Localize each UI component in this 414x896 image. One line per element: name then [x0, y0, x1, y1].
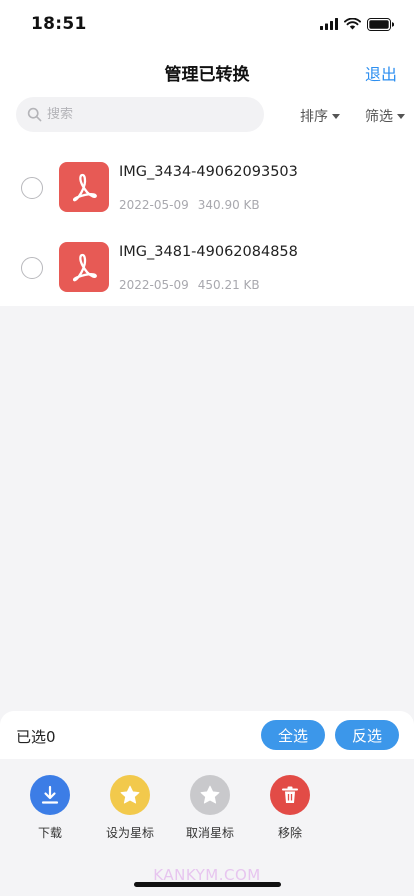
invert-selection-button[interactable]: 反选	[335, 720, 399, 750]
unstar-label: 取消星标	[185, 826, 234, 840]
remove-label: 移除	[277, 826, 302, 840]
star-outline-icon	[190, 775, 230, 815]
download-label: 下载	[37, 826, 62, 840]
trash-icon	[270, 775, 310, 815]
file-date: 2022-05-09	[119, 278, 189, 292]
star-button[interactable]: 设为星标	[90, 775, 170, 841]
pdf-file-icon	[59, 162, 109, 212]
star-label: 设为星标	[105, 826, 154, 840]
file-size: 450.21 KB	[197, 278, 260, 292]
remove-button[interactable]: 移除	[250, 775, 330, 841]
caret-down-icon	[397, 114, 405, 119]
file-name: IMG_3481-49062084858	[119, 244, 298, 260]
selection-bar: 已选0 全选 反选	[0, 711, 414, 759]
download-icon	[30, 775, 70, 815]
sort-button[interactable]: 排序	[300, 106, 340, 126]
battery-icon	[367, 17, 394, 31]
filter-button[interactable]: 筛选	[365, 106, 405, 126]
pdf-file-icon	[59, 242, 109, 292]
exit-button[interactable]: 退出	[365, 61, 397, 85]
search-toolbar: 排序 筛选	[0, 96, 414, 134]
caret-down-icon	[332, 114, 340, 119]
file-checkbox[interactable]	[21, 257, 43, 279]
wifi-icon	[344, 18, 361, 30]
file-list: IMG_3434-49062093503 2022-05-09 340.90 KB…	[0, 146, 414, 306]
selected-count: 已选0	[16, 726, 56, 747]
status-time: 18:51	[31, 14, 87, 34]
cellular-signal-icon	[320, 18, 338, 30]
search-input[interactable]	[47, 107, 247, 122]
sort-label: 排序	[300, 109, 328, 125]
file-name: IMG_3434-49062093503	[119, 164, 298, 180]
home-indicator	[134, 882, 281, 887]
file-checkbox[interactable]	[21, 177, 43, 199]
page-title: 管理已转换	[164, 65, 250, 85]
file-row[interactable]: IMG_3434-49062093503 2022-05-09 340.90 KB	[0, 146, 414, 226]
file-meta: 2022-05-09 450.21 KB	[119, 278, 260, 292]
status-icons	[320, 16, 394, 32]
nav-bar: 管理已转换 退出	[0, 48, 414, 94]
unstar-button[interactable]: 取消星标	[170, 775, 250, 841]
search-icon	[27, 107, 42, 122]
status-bar: 18:51	[0, 0, 414, 48]
filter-label: 筛选	[365, 109, 393, 125]
selected-count-label: 已选	[16, 728, 47, 746]
file-size: 340.90 KB	[197, 198, 260, 212]
selected-count-value: 0	[46, 728, 56, 746]
file-date: 2022-05-09	[119, 198, 189, 212]
search-box[interactable]	[16, 97, 264, 132]
content-area: 18:51 管理已转换 退出 搜索 排序 筛选 IMG_3434-4906209…	[0, 0, 414, 306]
download-button[interactable]: 下载	[10, 775, 90, 841]
star-icon	[110, 775, 150, 815]
file-meta: 2022-05-09 340.90 KB	[119, 198, 260, 212]
select-all-button[interactable]: 全选	[261, 720, 325, 750]
file-row[interactable]: IMG_3481-49062084858 2022-05-09 450.21 KB	[0, 226, 414, 306]
